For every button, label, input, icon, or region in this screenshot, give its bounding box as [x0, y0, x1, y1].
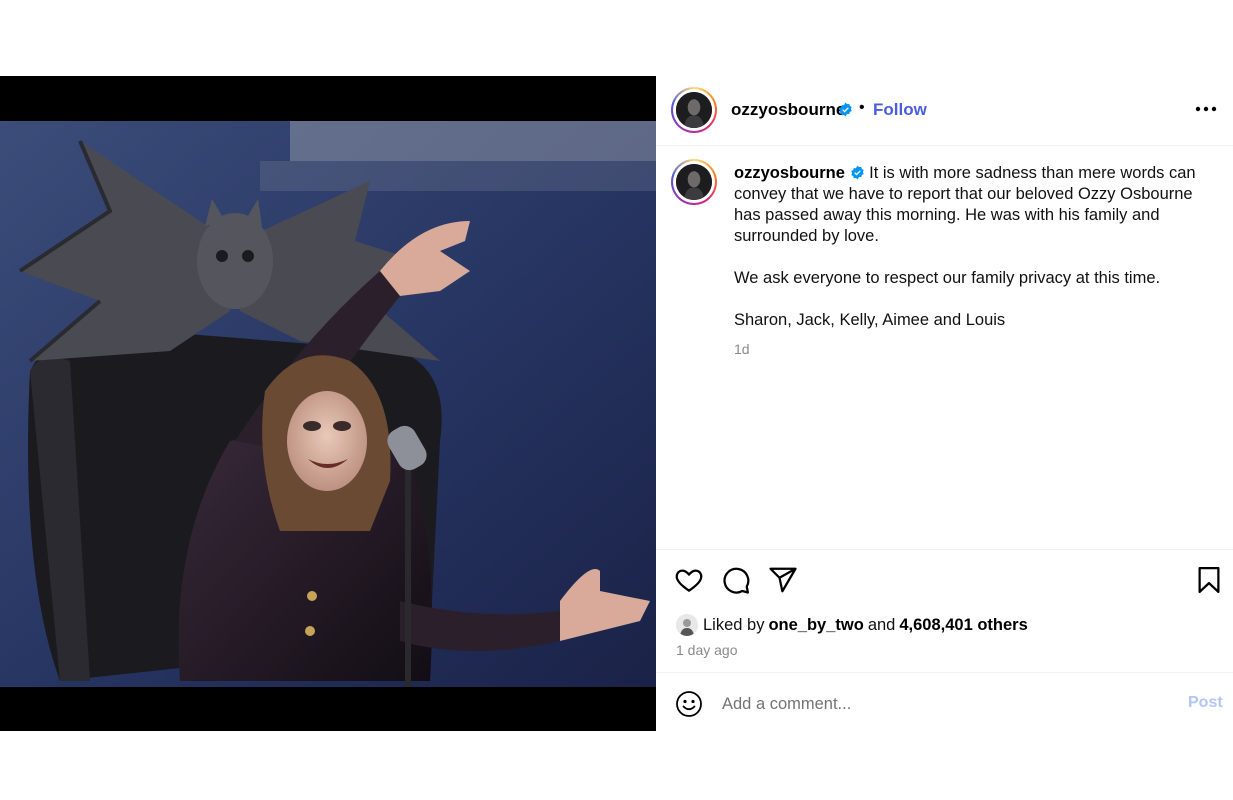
- paper-plane-icon[interactable]: [768, 565, 798, 595]
- post-caption: ozzyosbourne It is with more sadness tha…: [734, 163, 1204, 352]
- post-time-ago[interactable]: 1 day ago: [676, 642, 738, 658]
- emoji-smiley-icon[interactable]: [675, 690, 703, 718]
- liked-and-label: and: [867, 615, 896, 634]
- post-photo[interactable]: [0, 121, 656, 687]
- post-header: ozzyosbourne • Follow: [656, 76, 1233, 146]
- header-username[interactable]: ozzyosbourne: [731, 100, 845, 120]
- post-comment-button[interactable]: Post: [1188, 694, 1223, 712]
- likes-summary: Liked by one_by_two and 4,608,401 others: [676, 614, 1032, 636]
- verified-badge-icon: [850, 165, 864, 180]
- separator-dot: •: [859, 99, 865, 116]
- caption-username[interactable]: ozzyosbourne: [734, 164, 845, 182]
- caption-timestamp[interactable]: 1d: [734, 341, 750, 357]
- caption-avatar[interactable]: [671, 159, 717, 205]
- follow-button[interactable]: Follow: [873, 100, 927, 120]
- post-media: [0, 76, 656, 731]
- likes-count[interactable]: 4,608,401 others: [899, 616, 1027, 635]
- header-avatar[interactable]: [671, 87, 717, 133]
- caption-paragraph-3: Sharon, Jack, Kelly, Aimee and Louis: [734, 311, 1006, 329]
- liked-by-user[interactable]: one_by_two: [768, 616, 863, 635]
- bookmark-icon[interactable]: [1194, 565, 1224, 595]
- caption-paragraph-2: We ask everyone to respect our family pr…: [734, 269, 1161, 287]
- comment-bar: Post: [656, 672, 1233, 732]
- photo-illustration: [0, 121, 656, 687]
- comment-bubble-icon[interactable]: [721, 565, 751, 595]
- post-actions: Liked by one_by_two and 4,608,401 others…: [656, 549, 1233, 739]
- liked-by-label: Liked by: [703, 615, 765, 634]
- more-options-icon[interactable]: [1193, 96, 1219, 122]
- caption-section: ozzyosbourne It is with more sadness tha…: [656, 146, 1233, 549]
- post-details-panel: ozzyosbourne • Follow ozzyosbourne It is: [656, 76, 1233, 731]
- instagram-post: ozzyosbourne • Follow ozzyosbourne It is: [0, 76, 1233, 731]
- liker-avatar[interactable]: [676, 614, 698, 636]
- comment-input[interactable]: [722, 691, 1162, 717]
- verified-badge-icon: [838, 102, 853, 120]
- heart-icon[interactable]: [674, 565, 704, 595]
